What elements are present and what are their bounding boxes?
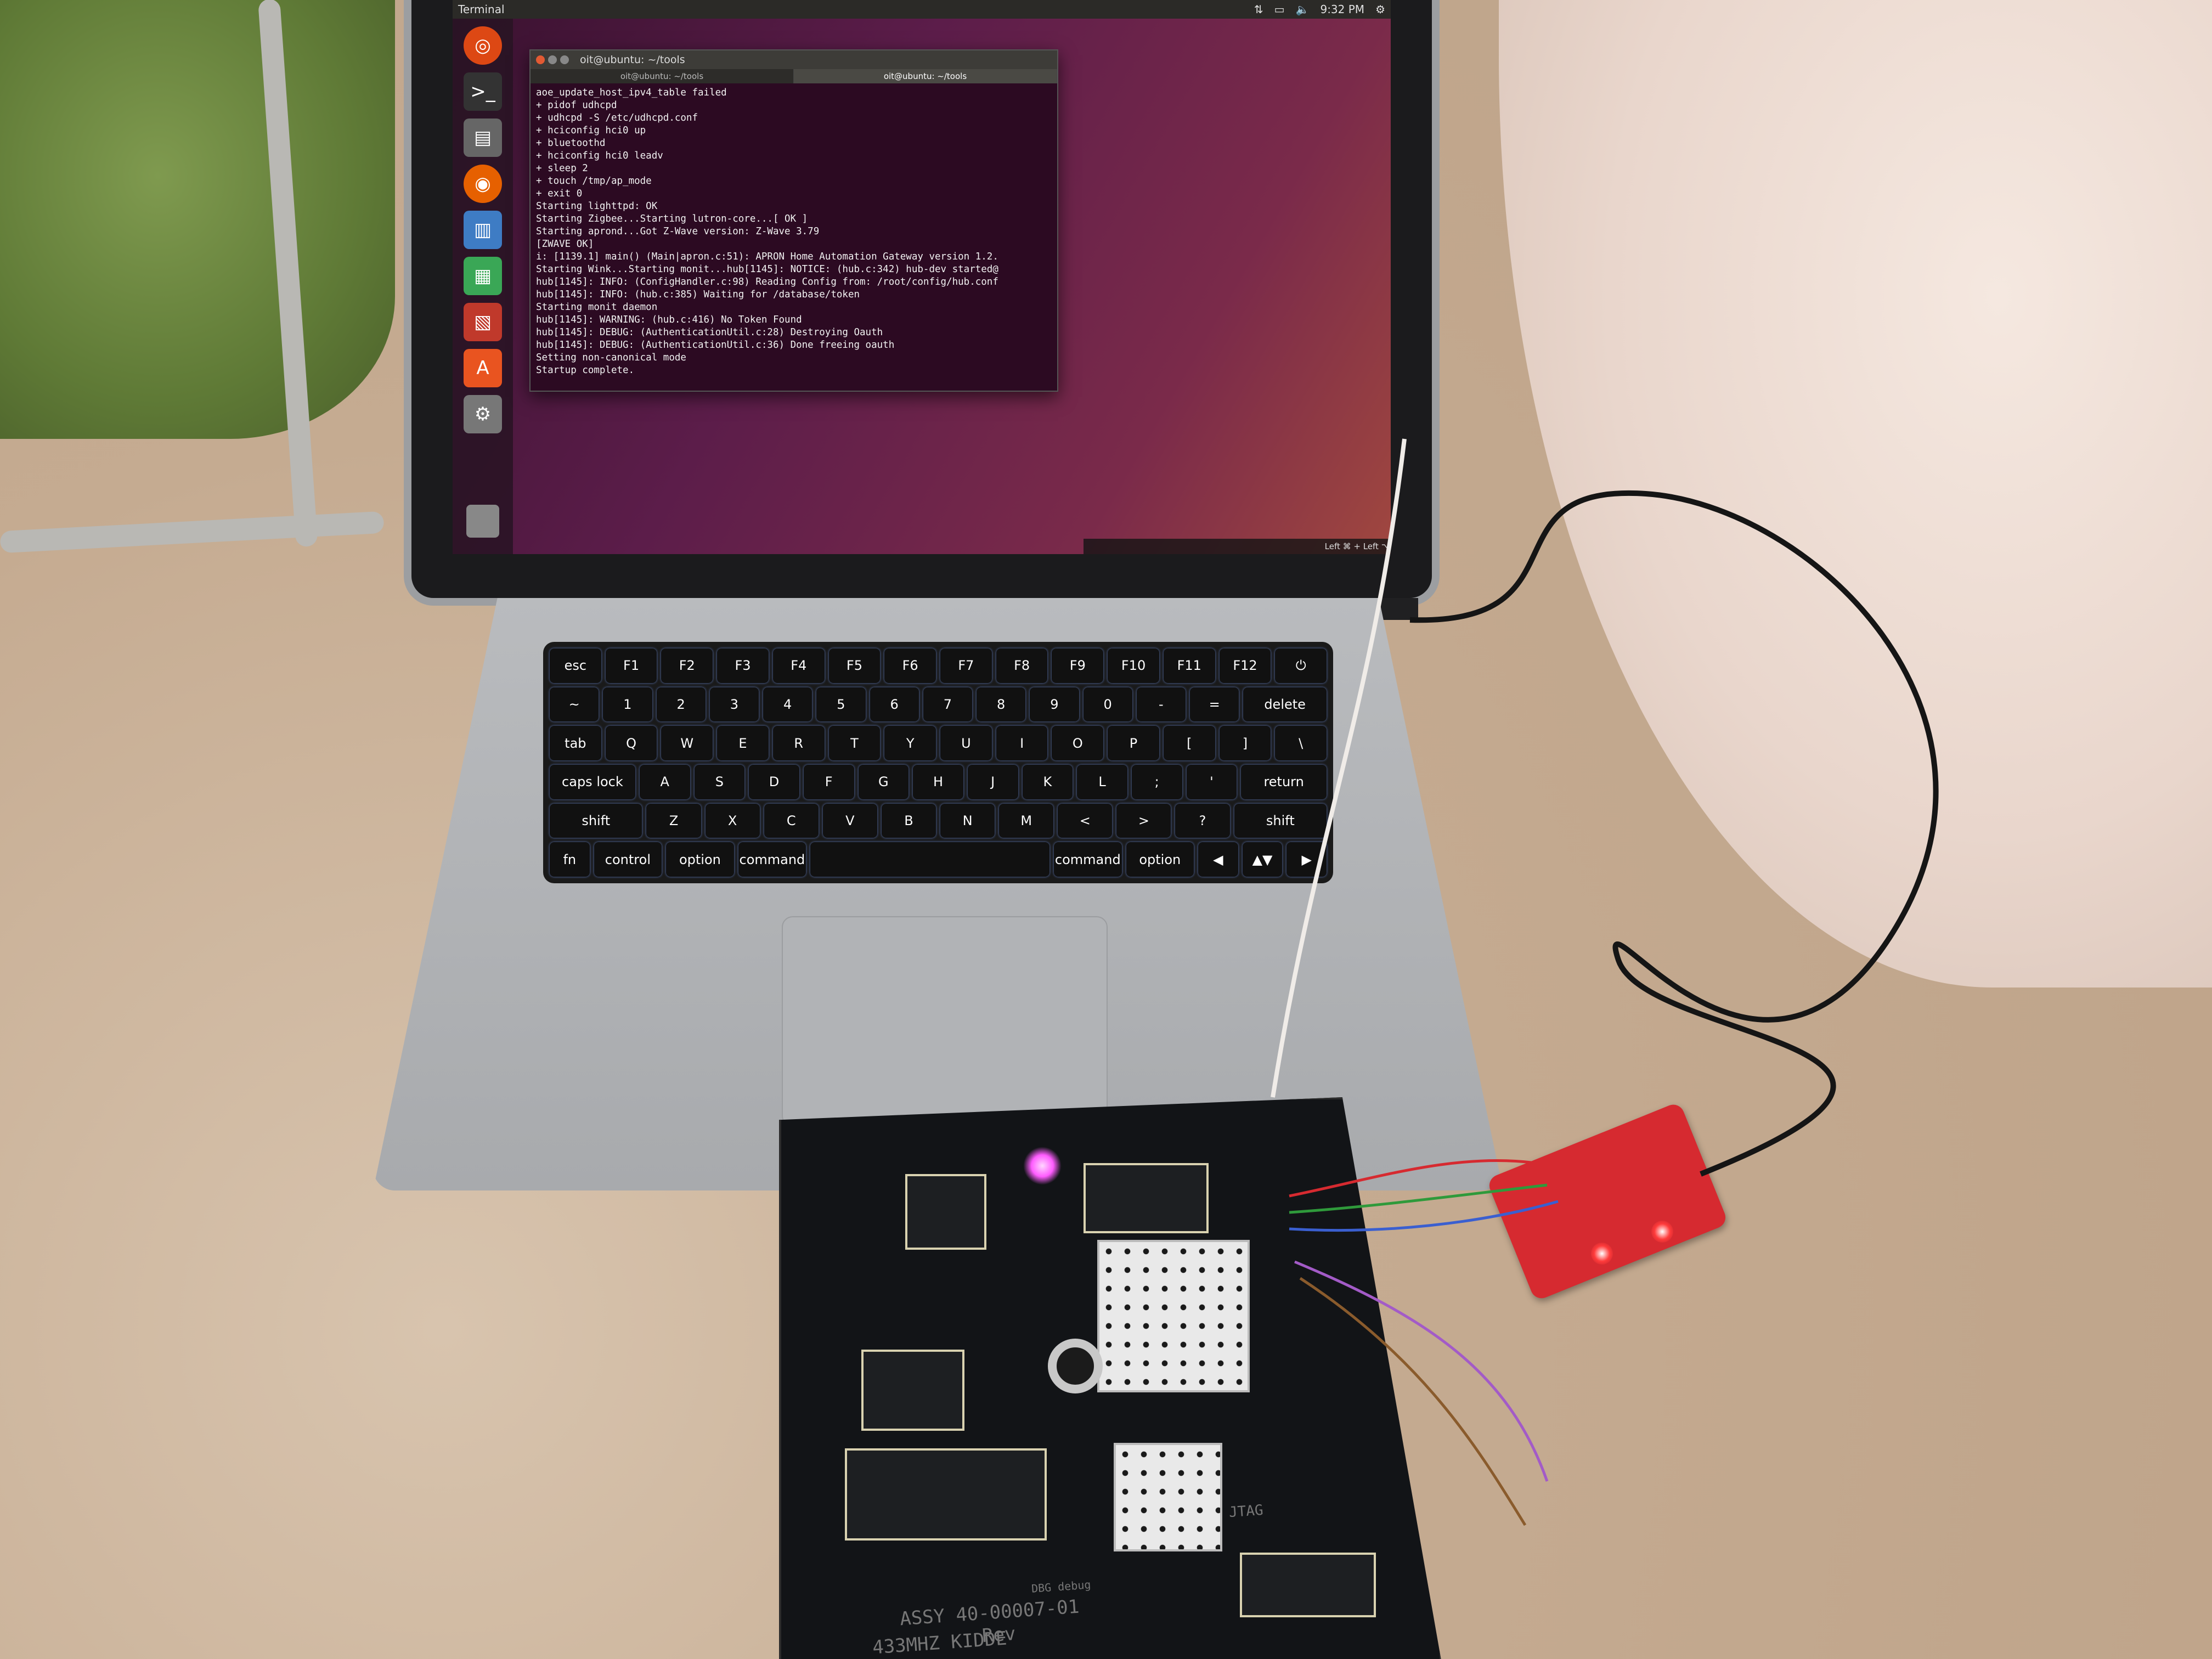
jumper-wire (1289, 1200, 1559, 1232)
usb-cable (1409, 490, 1939, 1177)
jumper-wire (1294, 1260, 1549, 1482)
cables (1271, 438, 1939, 1526)
jumper-wire (1289, 1183, 1548, 1214)
white-cable (1271, 438, 1407, 1098)
jumper-wire (1299, 1277, 1527, 1526)
